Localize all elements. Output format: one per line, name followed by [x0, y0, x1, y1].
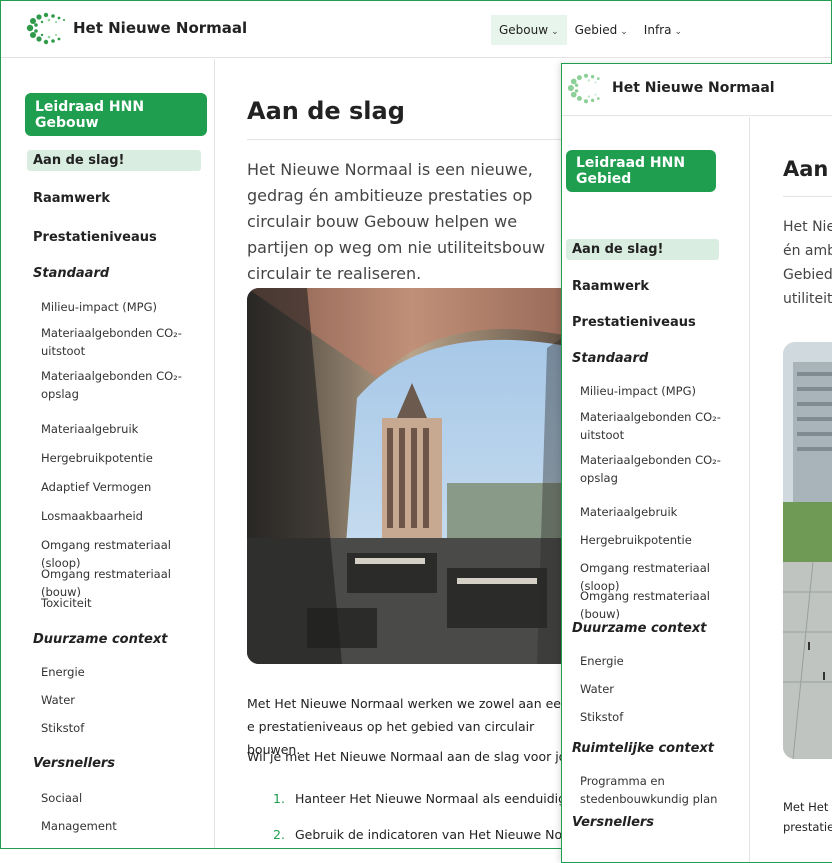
hero-image [783, 342, 832, 759]
sidebar-item-energie[interactable]: Energie [41, 664, 206, 682]
sidebar-item-duurzame-context: Duurzame context [33, 632, 168, 647]
brand-title[interactable]: Het Nieuwe Normaal [612, 80, 775, 96]
list-item: 2. Gebruik de indicatoren van Het Nieuwe … [273, 827, 579, 842]
sidebar-item-materiaalgebruik[interactable]: Materiaalgebruik [580, 504, 735, 522]
sidebar-item-materiaalgebonden-co-opslag[interactable]: Materiaalgebonden CO₂-opslag [580, 452, 735, 488]
sidebar-item-stikstof[interactable]: Stikstof [41, 720, 206, 738]
sidebar-item-management[interactable]: Management [41, 818, 206, 836]
sidebar-item-toxiciteit[interactable]: Toxiciteit [41, 595, 206, 613]
nav-infra-label: Infra [643, 23, 672, 37]
sidebar-item-water[interactable]: Water [41, 692, 206, 710]
sidebar-title-button[interactable]: Leidraad HNN Gebouw [25, 93, 207, 136]
page-title: Aan de slag [247, 97, 405, 125]
logo-icon[interactable] [25, 11, 67, 47]
overlay-content: Aan Het Nie én amb Gebied utiliteit Met … [752, 117, 832, 862]
chevron-down-icon: ⌄ [674, 27, 682, 37]
sidebar-item-versnellers: Versnellers [572, 815, 655, 830]
overlay-sidebar: Leidraad HNN Gebied Aan de slag! Raamwerk… [562, 117, 750, 862]
body-paragraph-2: Wil je met Het Nieuwe Normaal aan de sla… [247, 749, 585, 764]
sidebar-item-sociaal[interactable]: Sociaal [41, 790, 206, 808]
nav-gebied[interactable]: Gebied ⌄ [567, 15, 636, 45]
nav-gebouw[interactable]: Gebouw ⌄ [491, 15, 567, 45]
sidebar-item-losmaakbaarheid[interactable]: Losmaakbaarheid [41, 508, 206, 526]
square-photo [783, 342, 832, 759]
sidebar-item-prestatieniveaus[interactable]: Prestatieniveaus [572, 315, 696, 330]
sidebar-item-materiaalgebonden-co-opslag[interactable]: Materiaalgebonden CO₂-opslag [41, 368, 206, 404]
sidebar-item-hergebruikpotentie[interactable]: Hergebruikpotentie [41, 450, 206, 468]
sidebar-item-standaard: Standaard [33, 266, 110, 281]
main-sidebar: Leidraad HNN Gebouw Aan de slag! Raamwerk… [1, 59, 215, 848]
sidebar-item-energie[interactable]: Energie [580, 653, 735, 671]
logo-icon[interactable] [566, 72, 606, 106]
chevron-down-icon: ⌄ [620, 27, 628, 37]
sidebar-item-stikstof[interactable]: Stikstof [580, 709, 735, 727]
nav-gebouw-label: Gebouw [499, 23, 549, 37]
nav-gebied-label: Gebied [574, 23, 618, 37]
main-header: Het Nieuwe Normaal Gebouw ⌄ Gebied ⌄ Infra… [1, 1, 831, 58]
sidebar-item-materiaalgebonden-co-uitstoot[interactable]: Materiaalgebonden CO₂-uitstoot [580, 409, 735, 445]
list-number: 2. [273, 827, 285, 842]
sidebar-item-prestatieniveaus[interactable]: Prestatieniveaus [33, 230, 157, 245]
sidebar-item-aan-de-slag[interactable]: Aan de slag! [566, 239, 719, 260]
nav-infra[interactable]: Infra ⌄ [636, 15, 690, 45]
sidebar-item-hergebruikpotentie[interactable]: Hergebruikpotentie [580, 532, 735, 550]
markthal-photo [247, 288, 577, 664]
sidebar-title-button[interactable]: Leidraad HNN Gebied [566, 150, 716, 192]
list-number: 1. [273, 791, 285, 806]
page-title: Aan [783, 157, 829, 181]
sidebar-item-programma-en-stedenbouwkundig-plan[interactable]: Programma en stedenbouwkundig plan [580, 773, 735, 809]
sidebar-item-materiaalgebruik[interactable]: Materiaalgebruik [41, 421, 206, 439]
sidebar-item-omgang-restmateriaal-bouw[interactable]: Omgang restmateriaal (bouw) [580, 588, 735, 624]
top-nav: Gebouw ⌄ Gebied ⌄ Infra ⌄ [491, 15, 690, 45]
list-text: Hanteer Het Nieuwe Normaal als eenduidig… [294, 791, 574, 806]
sidebar-item-ruimtelijke-context: Ruimtelijke context [572, 741, 715, 756]
sidebar-item-water[interactable]: Water [580, 681, 735, 699]
sidebar-item-milieu-impact-mpg[interactable]: Milieu-impact (MPG) [41, 299, 206, 317]
sidebar-item-aan-de-slag[interactable]: Aan de slag! [27, 150, 201, 171]
title-divider [783, 196, 832, 197]
sidebar-item-sociaal[interactable]: Sociaal [580, 859, 735, 862]
sidebar-item-milieu-impact-mpg[interactable]: Milieu-impact (MPG) [580, 383, 735, 401]
sidebar-item-raamwerk[interactable]: Raamwerk [572, 279, 649, 294]
overlay-window[interactable]: Het Nieuwe Normaal Leidraad HNN Gebied A… [561, 63, 832, 863]
list-text: Gebruik de indicatoren van Het Nieuwe No… [294, 827, 580, 842]
sidebar-item-versnellers: Versnellers [33, 756, 116, 771]
sidebar-item-standaard: Standaard [572, 351, 649, 366]
sidebar-item-materiaalgebonden-co-uitstoot[interactable]: Materiaalgebonden CO₂-uitstoot [41, 325, 206, 361]
body-paragraph: Met Het prestatie [783, 800, 832, 834]
brand-title[interactable]: Het Nieuwe Normaal [73, 19, 247, 37]
sidebar-item-raamwerk[interactable]: Raamwerk [33, 191, 110, 206]
sidebar-item-duurzame-context: Duurzame context [572, 621, 707, 636]
hero-image [247, 288, 577, 664]
list-item: 1. Hanteer Het Nieuwe Normaal als eenduid… [273, 791, 574, 806]
intro-text: Het Nieuwe Normaal is een nieuwe, gedrag… [247, 160, 546, 283]
overlay-header: Het Nieuwe Normaal [562, 64, 832, 116]
sidebar-item-adaptief-vermogen[interactable]: Adaptief Vermogen [41, 479, 206, 497]
intro-text: Het Nie én amb Gebied utiliteit [783, 219, 832, 307]
chevron-down-icon: ⌄ [551, 27, 559, 37]
title-divider [247, 139, 587, 140]
